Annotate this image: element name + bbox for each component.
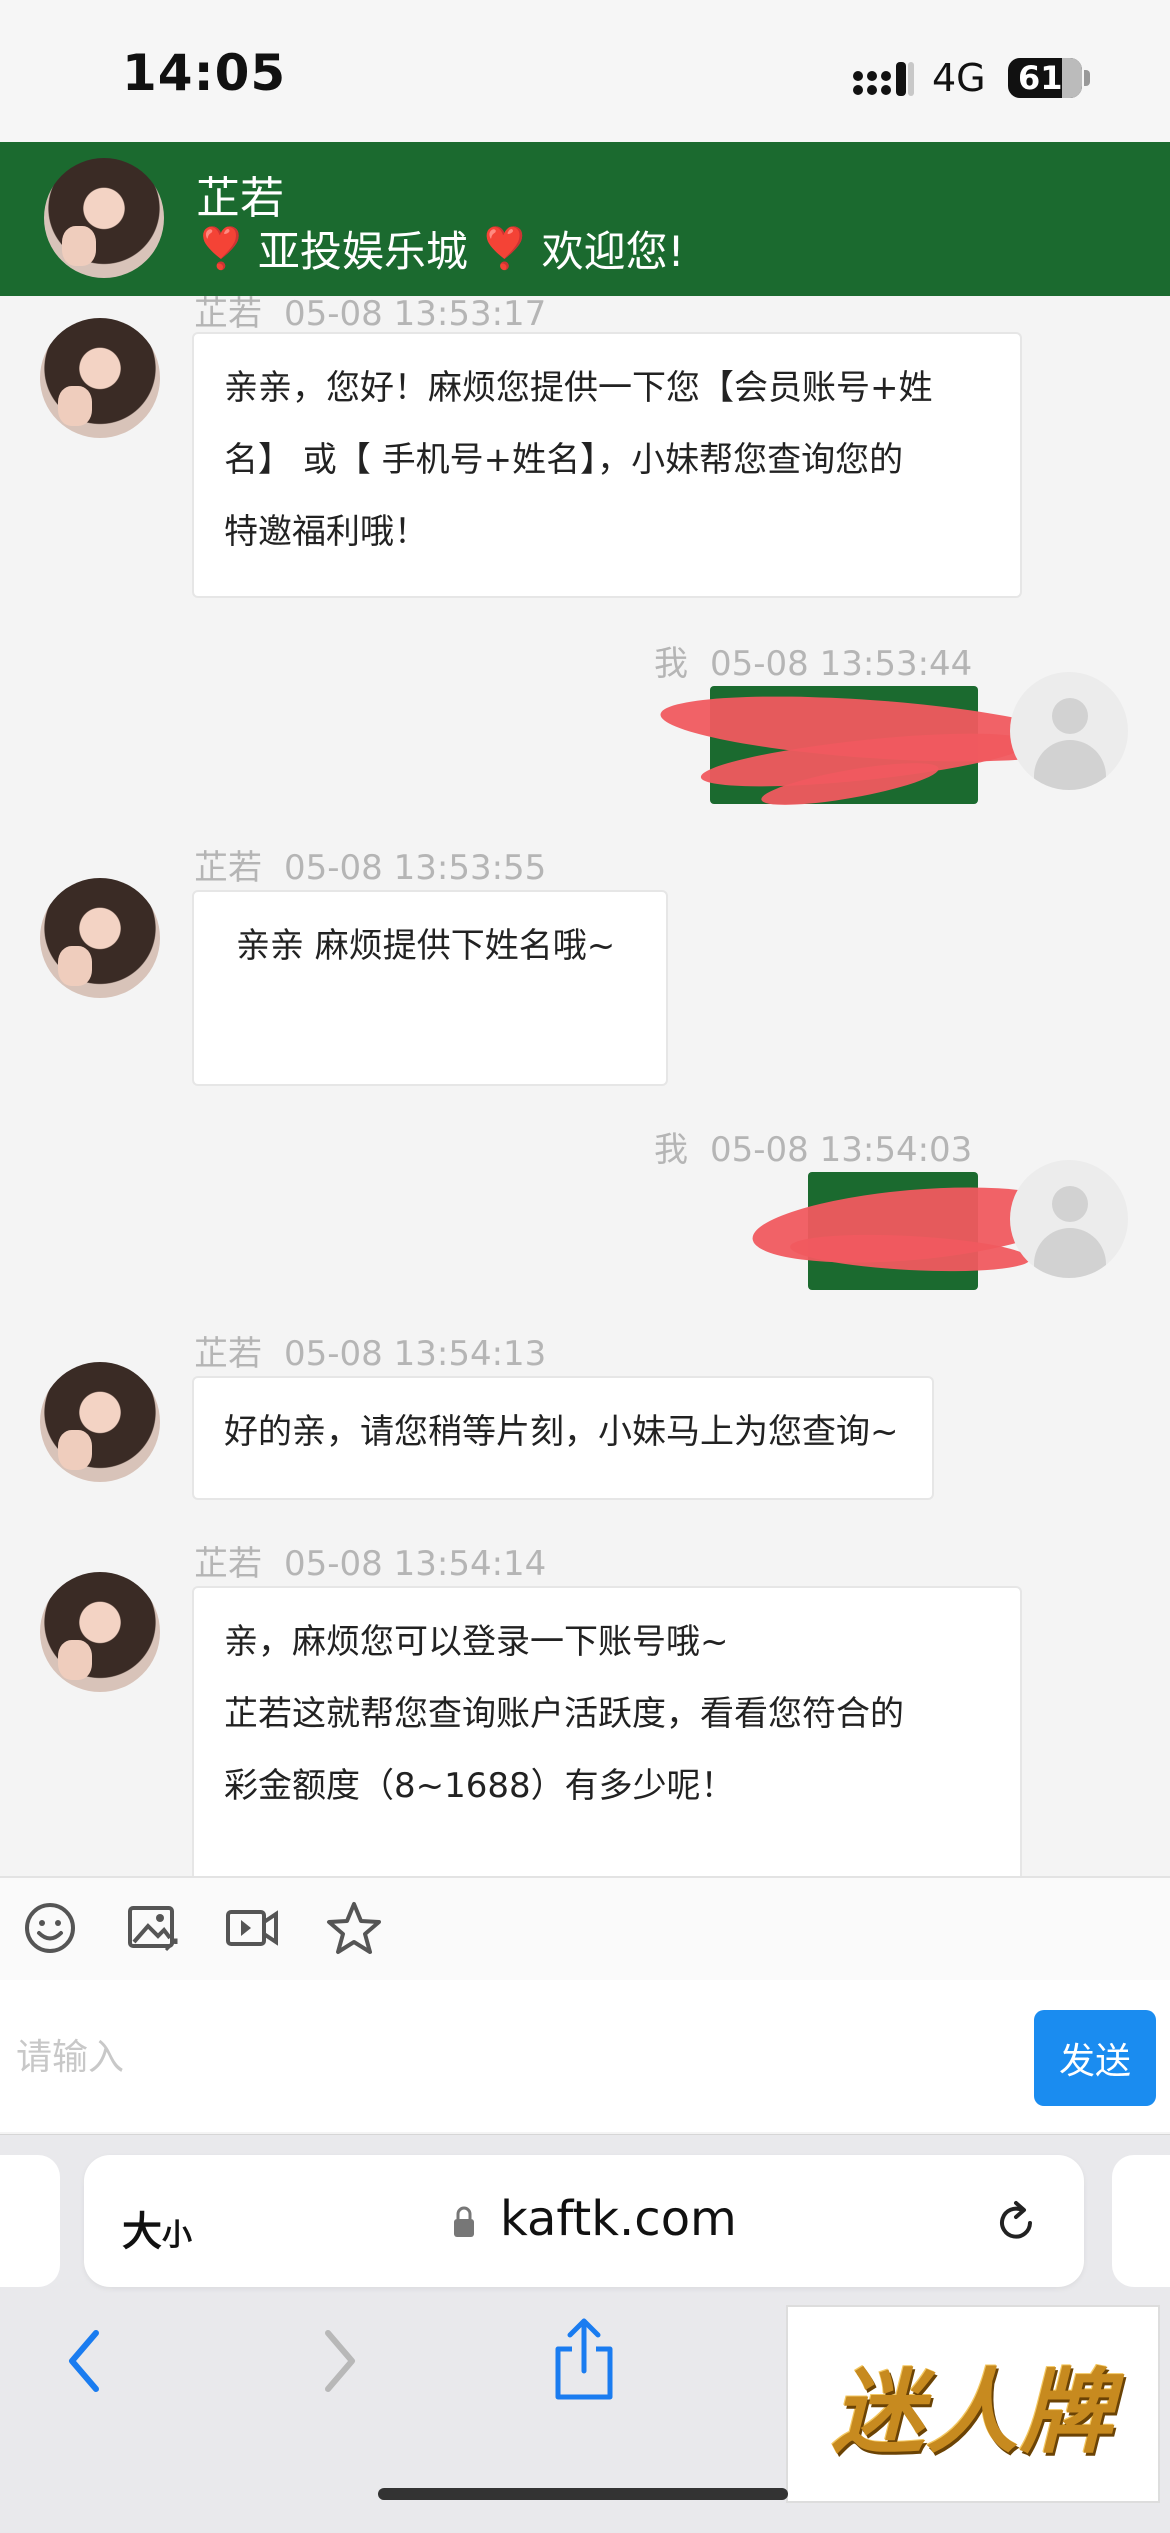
message-time: 05-08 13:54:13 [284,1334,547,1374]
share-icon[interactable] [548,2315,620,2403]
text-size-button[interactable]: 大小 [122,2199,192,2257]
incoming-message: 亲，麻烦您可以登录一下账号哦~ 芷若这就帮您查询账户活跃度，看看您符合的 彩金额… [192,1586,1022,1886]
message-time: 05-08 13:54:14 [284,1544,547,1584]
agent-avatar[interactable] [40,318,160,438]
message-time: 05-08 13:54:03 [710,1130,973,1170]
message-meta: 芷若 05-08 13:54:13 [194,1326,546,1375]
previous-tab[interactable] [0,2155,60,2287]
agent-name: 芷若 [196,173,284,224]
message-input[interactable] [0,1980,1038,2134]
message-meta: 芷若 05-08 13:53:55 [194,840,546,889]
sender-name: 我 [654,1130,688,1170]
welcome-banner: ❣️ 亚投娱乐城 ❣️ 欢迎您! [196,218,684,279]
composer: 发送 [0,1980,1170,2134]
lock-icon [454,2206,474,2237]
text-size-big: 大 [122,2209,162,2255]
sender-name: 芷若 [194,1334,262,1374]
agent-avatar[interactable] [40,1362,160,1482]
agent-avatar[interactable] [40,878,160,998]
message-meta: 我 05-08 13:54:03 [654,1122,972,1171]
back-icon[interactable] [62,2325,106,2397]
image-icon[interactable] [122,1898,182,1958]
next-tab[interactable] [1112,2155,1170,2287]
heart-icon: ❣️ [479,226,530,272]
signal-icon [853,62,914,96]
battery-level: 61 [1018,59,1063,97]
url-text: kaftk.com [500,2191,737,2247]
welcome-text: 亚投娱乐城 [257,227,468,276]
message-line: 亲亲 麻烦提供下姓名哦~ [236,926,616,966]
emoji-icon[interactable] [20,1898,80,1958]
network-type: 4G [932,56,986,100]
watermark-text: 迷人牌 [831,2358,1114,2466]
address-bar[interactable]: 大小 kaftk.com [84,2155,1084,2287]
message-time: 05-08 13:53:55 [284,848,547,888]
text-size-small: 小 [162,2218,192,2253]
reload-icon[interactable] [992,2199,1040,2247]
message-line: 彩金额度（8~1688）有多少呢！ [224,1766,735,1806]
sender-name: 芷若 [194,848,262,888]
welcome-suffix: 欢迎您! [541,227,685,276]
status-bar: 14:05 4G 61 [0,0,1170,142]
message-line: 亲，麻烦您可以登录一下账号哦~ [224,1622,729,1662]
chat-toolbar [0,1876,1170,1982]
video-icon[interactable] [222,1898,282,1958]
message-line: 亲亲，您好！麻烦您提供一下您【会员账号+姓 [224,368,933,408]
message-line: 名】 或【 手机号+姓名】，小妹帮您查询您的 [224,440,904,480]
battery-tip [1084,70,1090,86]
user-avatar[interactable] [1010,1160,1128,1278]
message-time: 05-08 13:53:17 [284,294,547,334]
user-avatar[interactable] [1010,672,1128,790]
message-meta: 芷若 05-08 13:54:14 [194,1536,546,1585]
message-time: 05-08 13:53:44 [710,644,973,684]
incoming-message: 好的亲，请您稍等片刻，小妹马上为您查询~ [192,1376,934,1500]
chat-header: 芷若 ❣️ 亚投娱乐城 ❣️ 欢迎您! [0,142,1170,296]
message-line: 特邀福利哦！ [224,512,428,552]
message-meta: 我 05-08 13:53:44 [654,636,972,685]
browser-bar: 大小 kaftk.com 迷人牌 [0,2134,1170,2533]
sender-name: 芷若 [194,294,262,334]
message-line: 芷若这就帮您查询账户活跃度，看看您符合的 [224,1694,904,1734]
incoming-message: 亲亲，您好！麻烦您提供一下您【会员账号+姓 名】 或【 手机号+姓名】，小妹帮您… [192,332,1022,598]
send-button[interactable]: 发送 [1034,2010,1156,2106]
sender-name: 我 [654,644,688,684]
message-line: 好的亲，请您稍等片刻，小妹马上为您查询~ [224,1412,899,1452]
clock: 14:05 [122,44,287,102]
forward-icon[interactable] [318,2325,362,2397]
incoming-message: 亲亲 麻烦提供下姓名哦~ [192,890,668,1086]
watermark-logo: 迷人牌 [786,2305,1160,2503]
home-indicator [378,2488,788,2500]
heart-icon: ❣️ [196,226,246,272]
star-icon[interactable] [324,1898,384,1958]
agent-avatar[interactable] [40,1572,160,1692]
agent-avatar[interactable] [44,158,164,278]
battery-icon: 61 [1008,58,1082,98]
sender-name: 芷若 [194,1544,262,1584]
